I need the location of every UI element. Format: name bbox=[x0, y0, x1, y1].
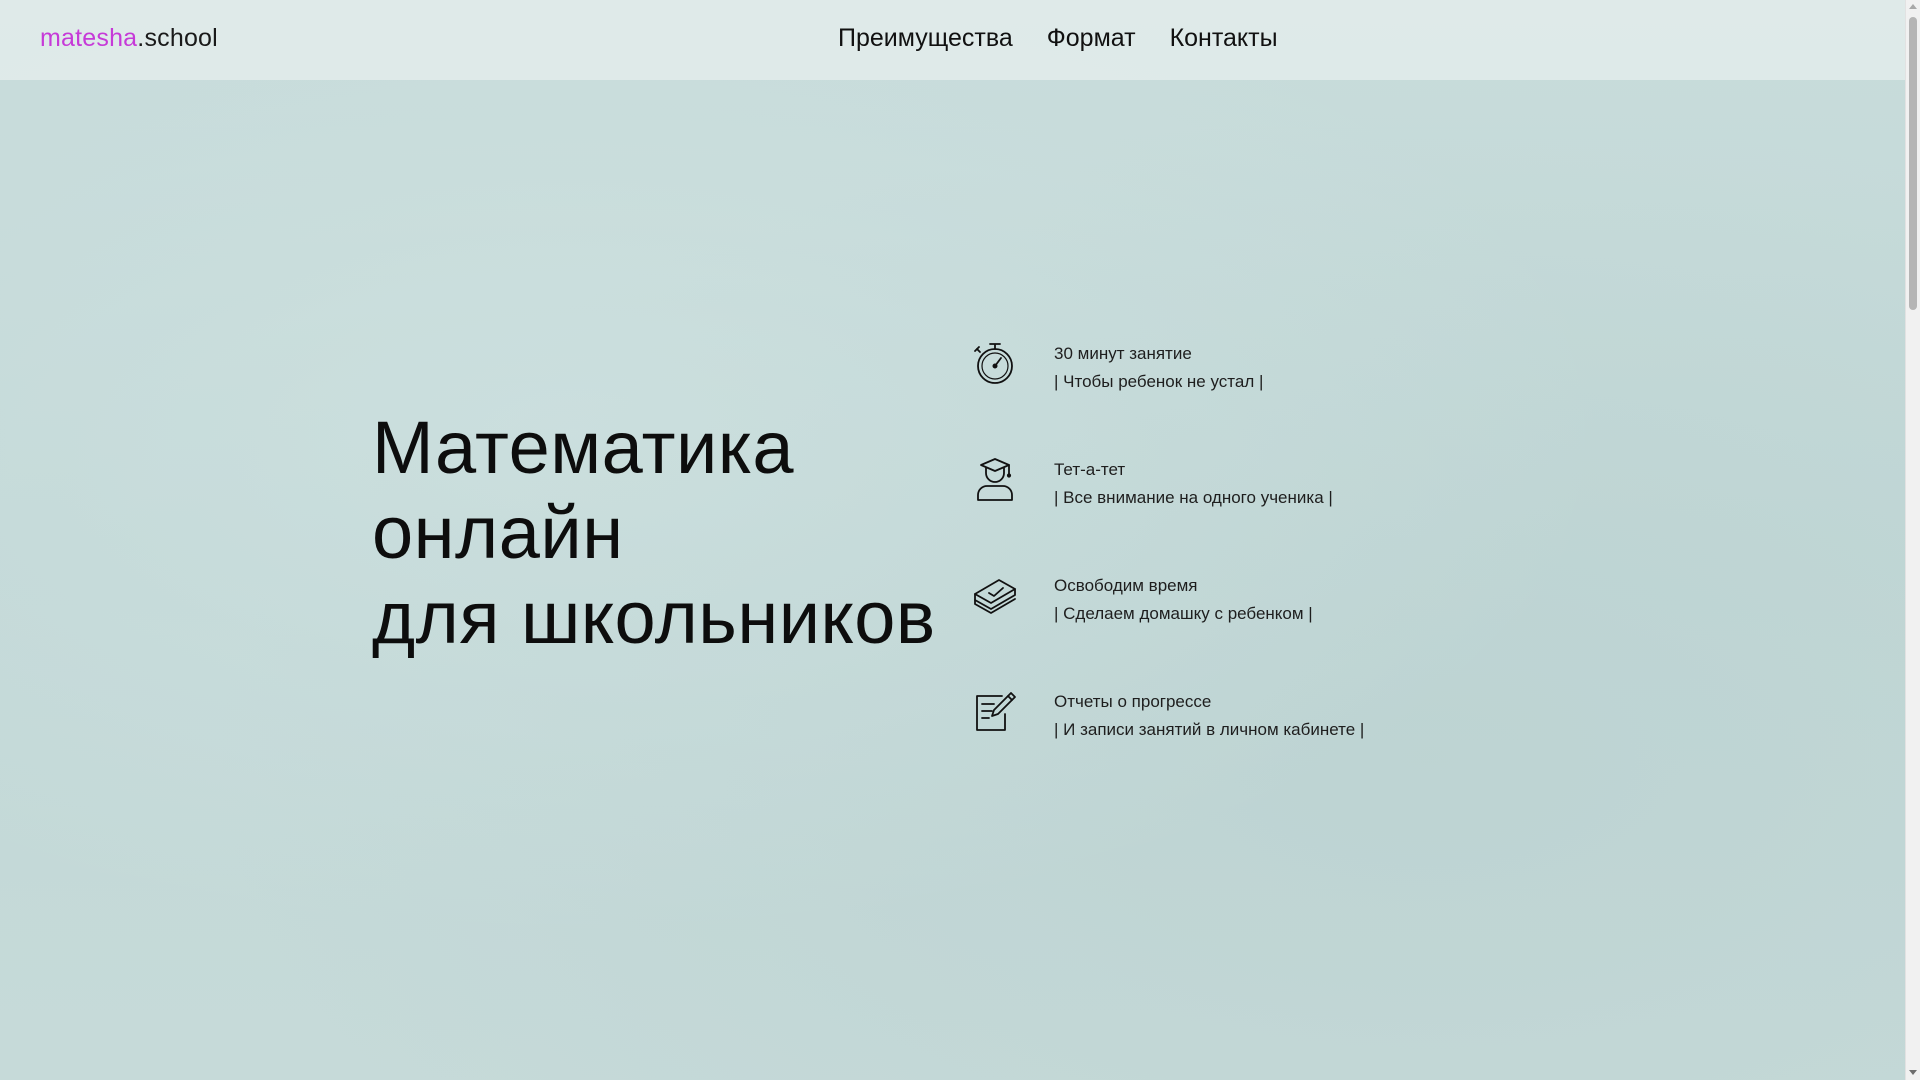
feature-text: Тет-а-тет | Все внимание на одного учени… bbox=[1054, 456, 1333, 512]
main-nav: Преимущества Формат Контакты bbox=[838, 24, 1278, 53]
book-check-icon bbox=[974, 579, 1016, 614]
hero-title: Математика онлайн для школьников bbox=[372, 405, 936, 660]
site-logo[interactable]: matesha.school bbox=[40, 24, 218, 53]
scrollbar-thumb[interactable] bbox=[1909, 17, 1917, 310]
feature-title: Освободим время bbox=[1054, 576, 1198, 595]
feature-item: Освободим время | Сделаем домашку с ребе… bbox=[972, 568, 1492, 638]
feature-subtitle: | Сделаем домашку с ребенком | bbox=[1054, 604, 1313, 623]
nav-link-advantages[interactable]: Преимущества bbox=[838, 24, 1013, 53]
feature-subtitle: | И записи занятий в личном кабинете | bbox=[1054, 720, 1365, 739]
stopwatch-icon bbox=[974, 343, 1013, 384]
feature-text: Отчеты о прогрессе | И записи занятий в … bbox=[1054, 688, 1364, 744]
logo-accent-text: matesha bbox=[40, 24, 138, 52]
logo-rest-text: .school bbox=[137, 24, 218, 52]
feature-text: 30 минут занятие | Чтобы ребенок не уста… bbox=[1054, 340, 1263, 396]
nav-link-format[interactable]: Формат bbox=[1047, 24, 1136, 53]
feature-subtitle: | Чтобы ребенок не устал | bbox=[1054, 372, 1264, 391]
feature-title: Отчеты о прогрессе bbox=[1054, 692, 1212, 711]
feature-subtitle: | Все внимание на одного ученика | bbox=[1054, 488, 1333, 507]
hero-title-line: для школьников bbox=[372, 576, 936, 659]
notepad-pencil-icon bbox=[976, 692, 1016, 731]
feature-title: Тет-а-тет bbox=[1054, 460, 1126, 479]
feature-item: 30 минут занятие | Чтобы ребенок не уста… bbox=[972, 336, 1492, 406]
hero-title-line: онлайн bbox=[372, 491, 624, 574]
scroll-up-arrow[interactable] bbox=[1909, 4, 1917, 9]
page-background bbox=[0, 0, 1905, 1080]
student-graduate-icon bbox=[977, 458, 1013, 501]
feature-item: Тет-а-тет | Все внимание на одного учени… bbox=[972, 452, 1492, 522]
feature-text: Освободим время | Сделаем домашку с ребе… bbox=[1054, 572, 1313, 628]
scroll-down-arrow[interactable] bbox=[1909, 1070, 1917, 1075]
hero-title-line: Математика bbox=[372, 406, 795, 489]
nav-link-contacts[interactable]: Контакты bbox=[1170, 24, 1278, 53]
page-scrollbar[interactable] bbox=[1905, 0, 1920, 1080]
feature-title: 30 минут занятие bbox=[1054, 344, 1192, 363]
site-header: matesha.school Преимущества Формат Конта… bbox=[0, 0, 1905, 80]
feature-item: Отчеты о прогрессе | И записи занятий в … bbox=[972, 684, 1492, 754]
